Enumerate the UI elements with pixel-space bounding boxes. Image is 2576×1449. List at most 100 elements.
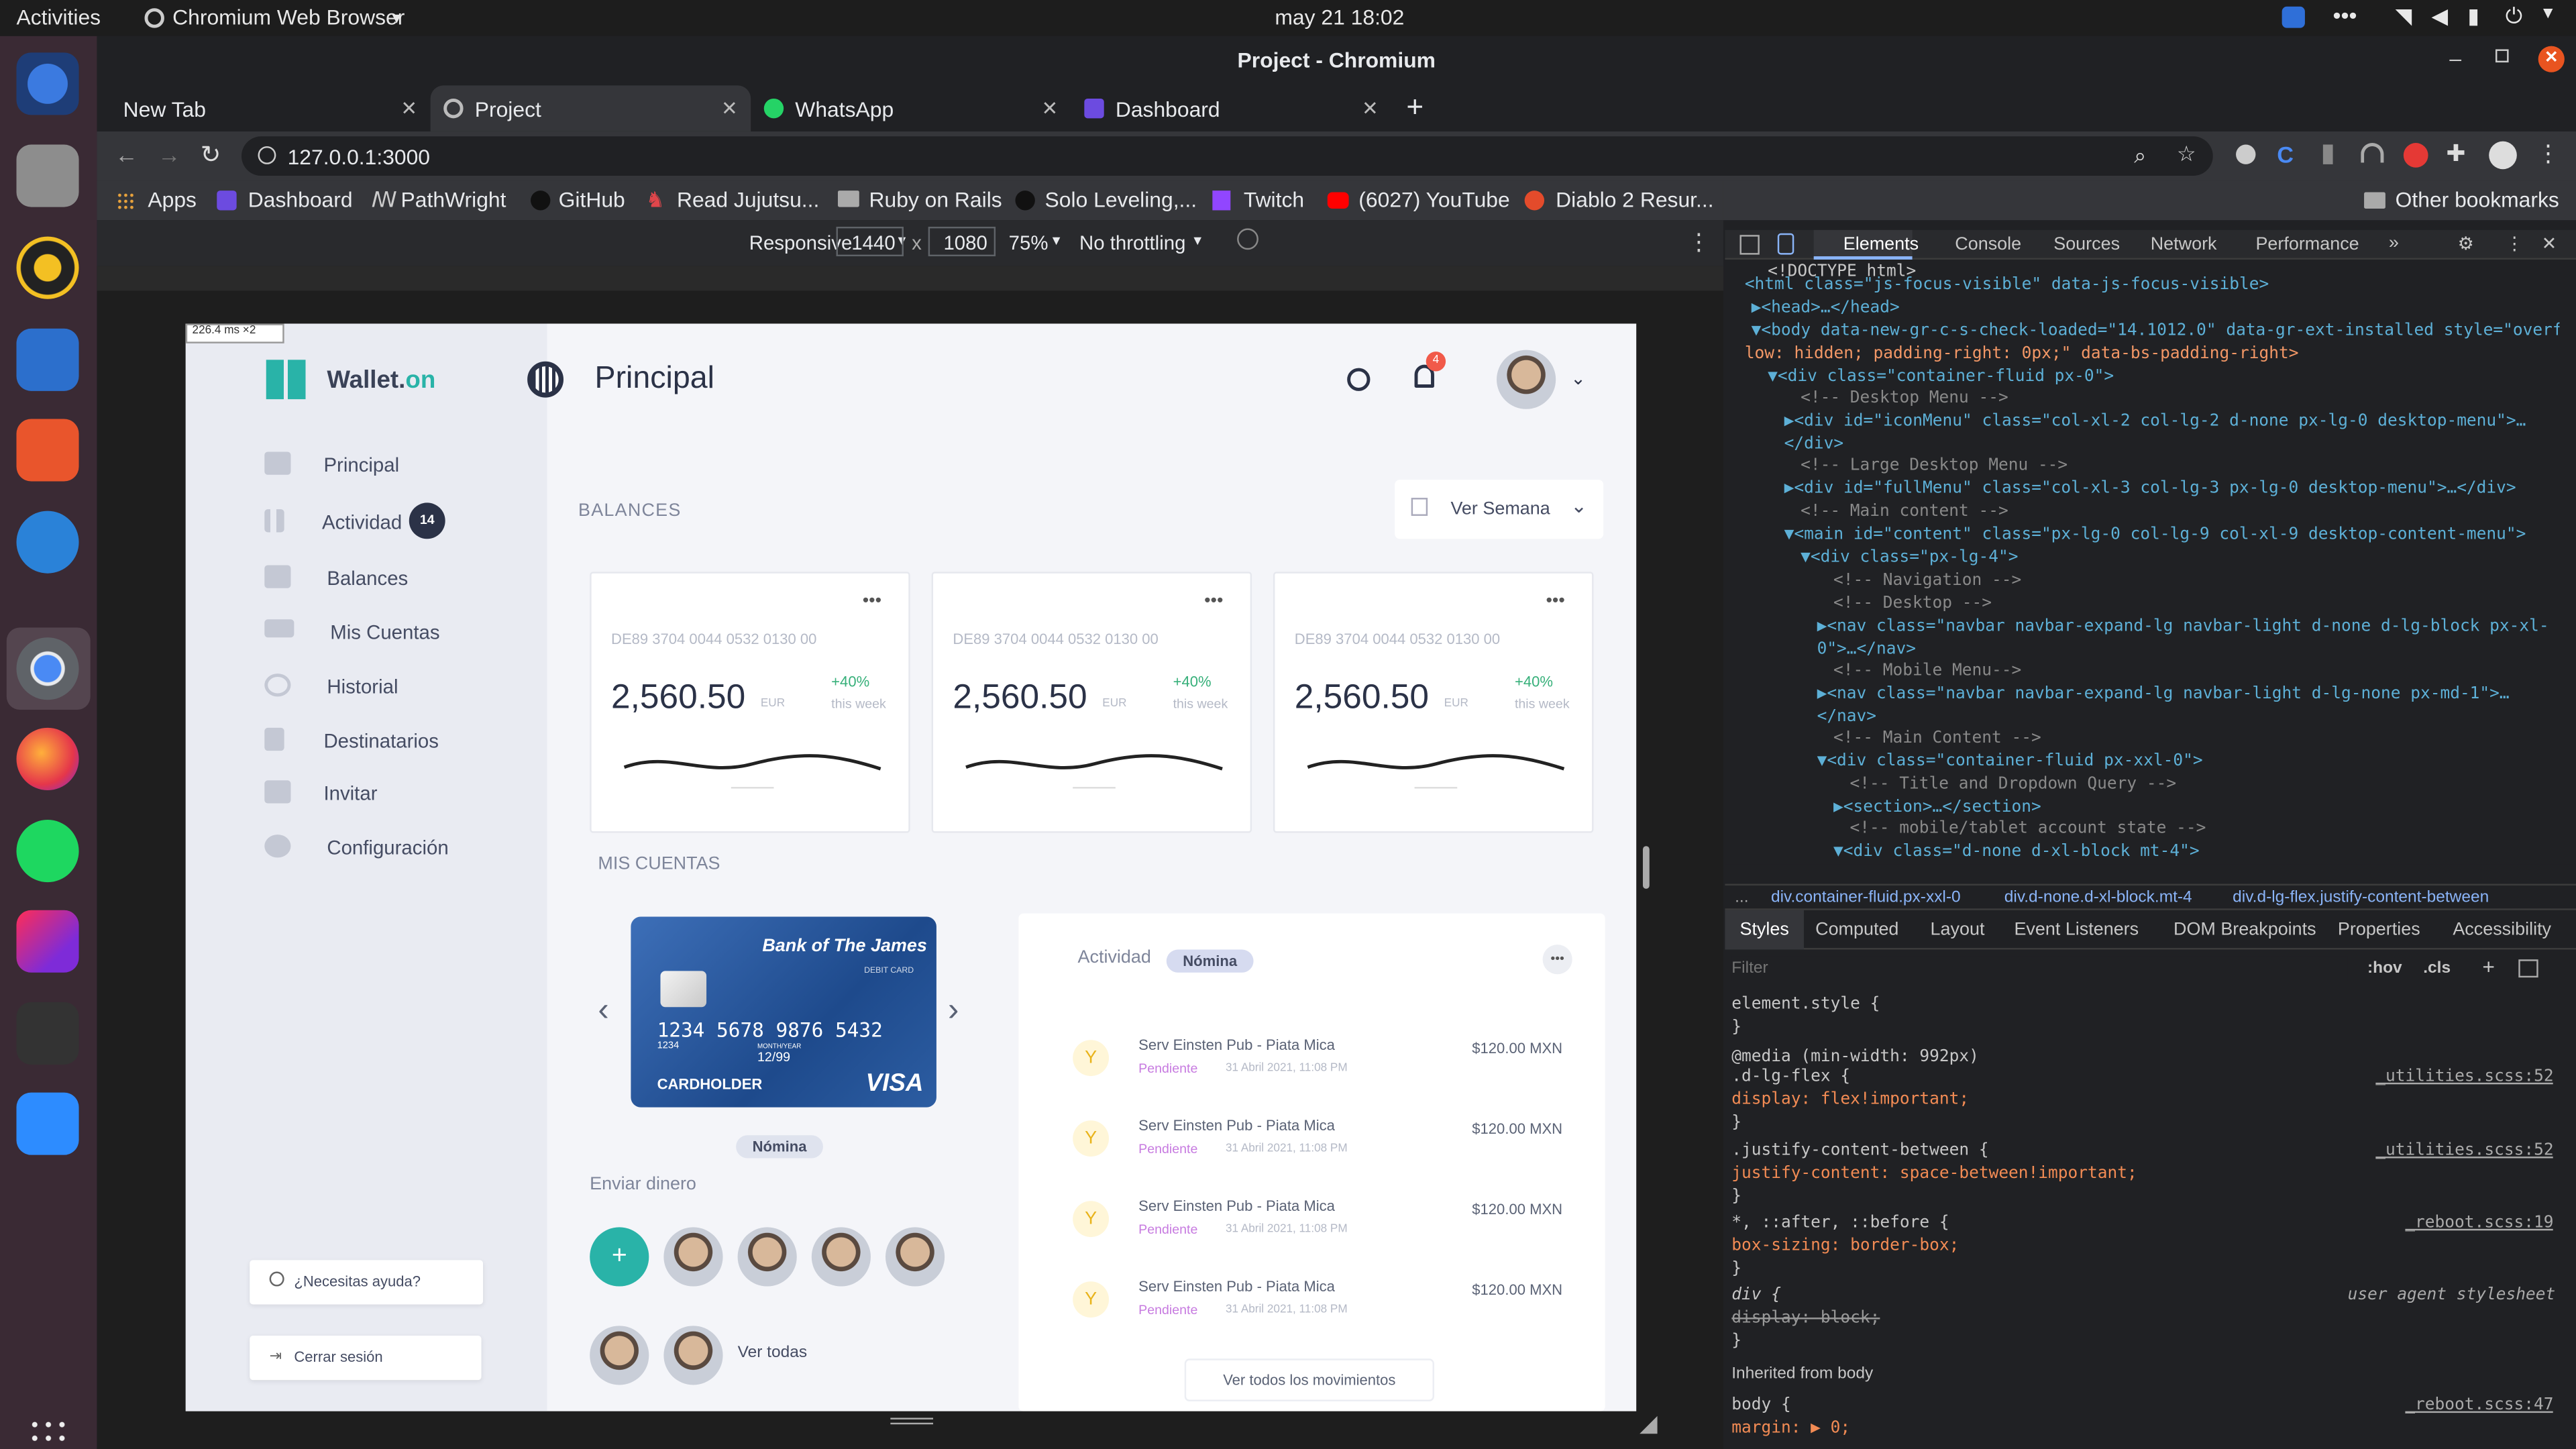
dom-line[interactable]: ▼<div class="px-lg-4">: [1801, 549, 2559, 567]
see-all-recipients-link[interactable]: Ver todas: [738, 1344, 808, 1362]
style-rule-line[interactable]: }: [1731, 1260, 2553, 1278]
gear-icon[interactable]: ⚙: [2458, 233, 2474, 254]
rubymine-icon[interactable]: [16, 910, 79, 973]
close-tab-icon[interactable]: ✕: [400, 97, 417, 119]
maximize-icon[interactable]: [2496, 49, 2509, 63]
chevron-down-icon[interactable]: ▼: [2540, 5, 2556, 23]
chevron-down-icon[interactable]: ⌄: [1570, 368, 1586, 389]
style-rule-line[interactable]: }: [1731, 1018, 2553, 1036]
star-icon[interactable]: ☆: [2177, 142, 2196, 168]
tab-network[interactable]: Network: [2151, 235, 2217, 254]
adblock-icon[interactable]: [2403, 143, 2428, 168]
balance-card[interactable]: ••• DE89 3704 0044 0532 0130 00 2,560.50…: [1273, 572, 1594, 833]
dom-line[interactable]: 0">…</nav>: [1817, 641, 2560, 659]
hov-toggle[interactable]: :hov: [2367, 959, 2402, 977]
tab-project[interactable]: Project ✕: [430, 85, 751, 131]
bank-card[interactable]: Bank of The James DEBIT CARD 1234 5678 9…: [631, 916, 936, 1108]
close-icon[interactable]: ✕: [2542, 233, 2557, 254]
profile-icon[interactable]: [2489, 141, 2517, 170]
more-tray-icon[interactable]: •••: [2333, 1, 2357, 28]
period-select[interactable]: Ver Semana ⌄: [1395, 480, 1604, 539]
zoom-tray-icon[interactable]: [2282, 6, 2305, 28]
balance-card[interactable]: ••• DE89 3704 0044 0532 0130 00 2,560.50…: [931, 572, 1252, 833]
kebab-menu-icon[interactable]: ⋮: [2536, 140, 2559, 168]
more-icon[interactable]: •••: [1204, 592, 1223, 611]
files-icon[interactable]: [16, 144, 79, 207]
tab-computed[interactable]: Computed: [1815, 920, 1898, 939]
dom-line[interactable]: ▶<nav class="navbar navbar-expand-lg nav…: [1817, 618, 2560, 636]
dom-line[interactable]: ▼<div class="container-fluid px-xxl-0">: [1817, 753, 2560, 771]
bookmark-github[interactable]: GitHub: [559, 187, 625, 212]
style-rule-line[interactable]: .justify-content-between {: [1731, 1142, 2356, 1160]
extension-icon[interactable]: [2361, 143, 2384, 163]
menu-toggle-icon[interactable]: [527, 361, 564, 398]
help-button[interactable]: ¿Necesitas ayuda?: [250, 1260, 484, 1305]
search-icon[interactable]: [1347, 368, 1371, 391]
resize-handle[interactable]: [890, 1417, 934, 1425]
show-apps-icon[interactable]: [28, 1417, 69, 1449]
bookmark-pathwright[interactable]: PathWright: [401, 187, 506, 212]
reload-icon[interactable]: ↻: [201, 140, 221, 170]
bookmark-apps[interactable]: Apps: [148, 187, 197, 212]
activity-item[interactable]: Y Serv Einsten Pub - Piata Mica Pendient…: [1073, 1036, 1615, 1102]
recipient-avatar[interactable]: [663, 1326, 723, 1385]
recipient-avatar[interactable]: [663, 1227, 723, 1287]
recipient-avatar[interactable]: [885, 1227, 945, 1287]
zoom-icon[interactable]: [16, 1092, 79, 1155]
extension-c-icon[interactable]: C: [2277, 142, 2294, 168]
breadcrumb[interactable]: div.d-none.d-xl-block.mt-4: [2004, 889, 2192, 907]
inspect-icon[interactable]: [1739, 235, 1760, 255]
other-bookmarks[interactable]: Other bookmarks: [2396, 187, 2559, 212]
recipient-avatar[interactable]: [737, 1227, 797, 1287]
style-rule-line[interactable]: }: [1731, 1114, 2553, 1132]
dom-line[interactable]: ▼<main id="content" class="px-lg-0 col-l…: [1784, 526, 2560, 544]
dom-line[interactable]: <!-- Large Desktop Menu -->: [1801, 457, 2559, 475]
add-rule-icon[interactable]: +: [2482, 955, 2495, 979]
breadcrumb[interactable]: div.d-lg-flex.justify-content-between: [2233, 889, 2489, 907]
activities-button[interactable]: Activities: [16, 5, 101, 30]
dom-line[interactable]: </nav>: [1817, 708, 2560, 727]
style-rule-line[interactable]: *, ::after, ::before {: [1731, 1214, 2356, 1232]
url-text[interactable]: 127.0.0.1:3000: [288, 145, 430, 170]
dom-line[interactable]: <!-- Main content -->: [1801, 502, 2559, 521]
style-rule-line[interactable]: body {: [1731, 1397, 2356, 1415]
tab-styles[interactable]: Styles: [1739, 920, 1788, 939]
terminal-icon[interactable]: [16, 1002, 79, 1065]
brand[interactable]: Wallet.on: [327, 366, 435, 394]
dom-line[interactable]: <!-- Desktop -->: [1833, 595, 2559, 613]
bookmark-ruby-on-rails[interactable]: Ruby on Rails: [869, 187, 1002, 212]
rhythmbox-icon[interactable]: [16, 236, 79, 299]
tab-dashboard[interactable]: Dashboard ✕: [1071, 85, 1392, 131]
style-rule-line[interactable]: }: [1731, 1332, 2553, 1350]
search-icon[interactable]: ⌕: [2134, 143, 2146, 169]
close-tab-icon[interactable]: ✕: [1042, 97, 1059, 119]
tab-console[interactable]: Console: [1955, 235, 2021, 254]
info-icon[interactable]: [258, 146, 276, 164]
dom-line[interactable]: </div>: [1784, 435, 2560, 453]
recipient-avatar[interactable]: [590, 1326, 649, 1385]
writer-icon[interactable]: [16, 328, 79, 391]
avatar[interactable]: [1497, 350, 1556, 409]
minimize-icon[interactable]: –: [2449, 46, 2461, 71]
device-toggle-icon[interactable]: [1777, 233, 1794, 255]
rotate-icon[interactable]: [1237, 228, 1258, 250]
software-center-icon[interactable]: [16, 419, 79, 482]
breadcrumb[interactable]: div.container-fluid.px-xxl-0: [1771, 889, 1961, 907]
puzzle-icon[interactable]: ✚: [2447, 140, 2466, 168]
microphone-icon[interactable]: ▮: [2467, 3, 2479, 30]
style-source-link[interactable]: _reboot.scss:19: [2405, 1214, 2553, 1232]
bookmark-dashboard[interactable]: Dashboard: [248, 187, 353, 212]
dom-line[interactable]: <!-- Desktop Menu -->: [1801, 389, 2559, 407]
dom-line[interactable]: ▼<div class="d-none d-xl-block mt-4">: [1833, 843, 2559, 861]
add-recipient-button[interactable]: +: [590, 1227, 649, 1287]
activity-item[interactable]: Y Serv Einsten Pub - Piata Mica Pendient…: [1073, 1197, 1615, 1263]
tab-event-listeners[interactable]: Event Listeners: [2014, 920, 2139, 939]
dom-line[interactable]: ▶<div id="iconMenu" class="col-xl-2 col-…: [1784, 413, 2560, 431]
dom-line[interactable]: <!-- Mobile Menu-->: [1833, 662, 2559, 680]
dom-line[interactable]: ▶<div id="fullMenu" class="col-xl-3 col-…: [1784, 480, 2560, 498]
close-window-icon[interactable]: ✕: [2538, 46, 2565, 72]
tab-new-tab[interactable]: New Tab ✕: [110, 85, 431, 131]
back-icon[interactable]: ←: [115, 142, 138, 168]
bookmark-twitch[interactable]: Twitch: [1244, 187, 1304, 212]
style-source-link[interactable]: _utilities.scss:52: [2375, 1142, 2553, 1160]
